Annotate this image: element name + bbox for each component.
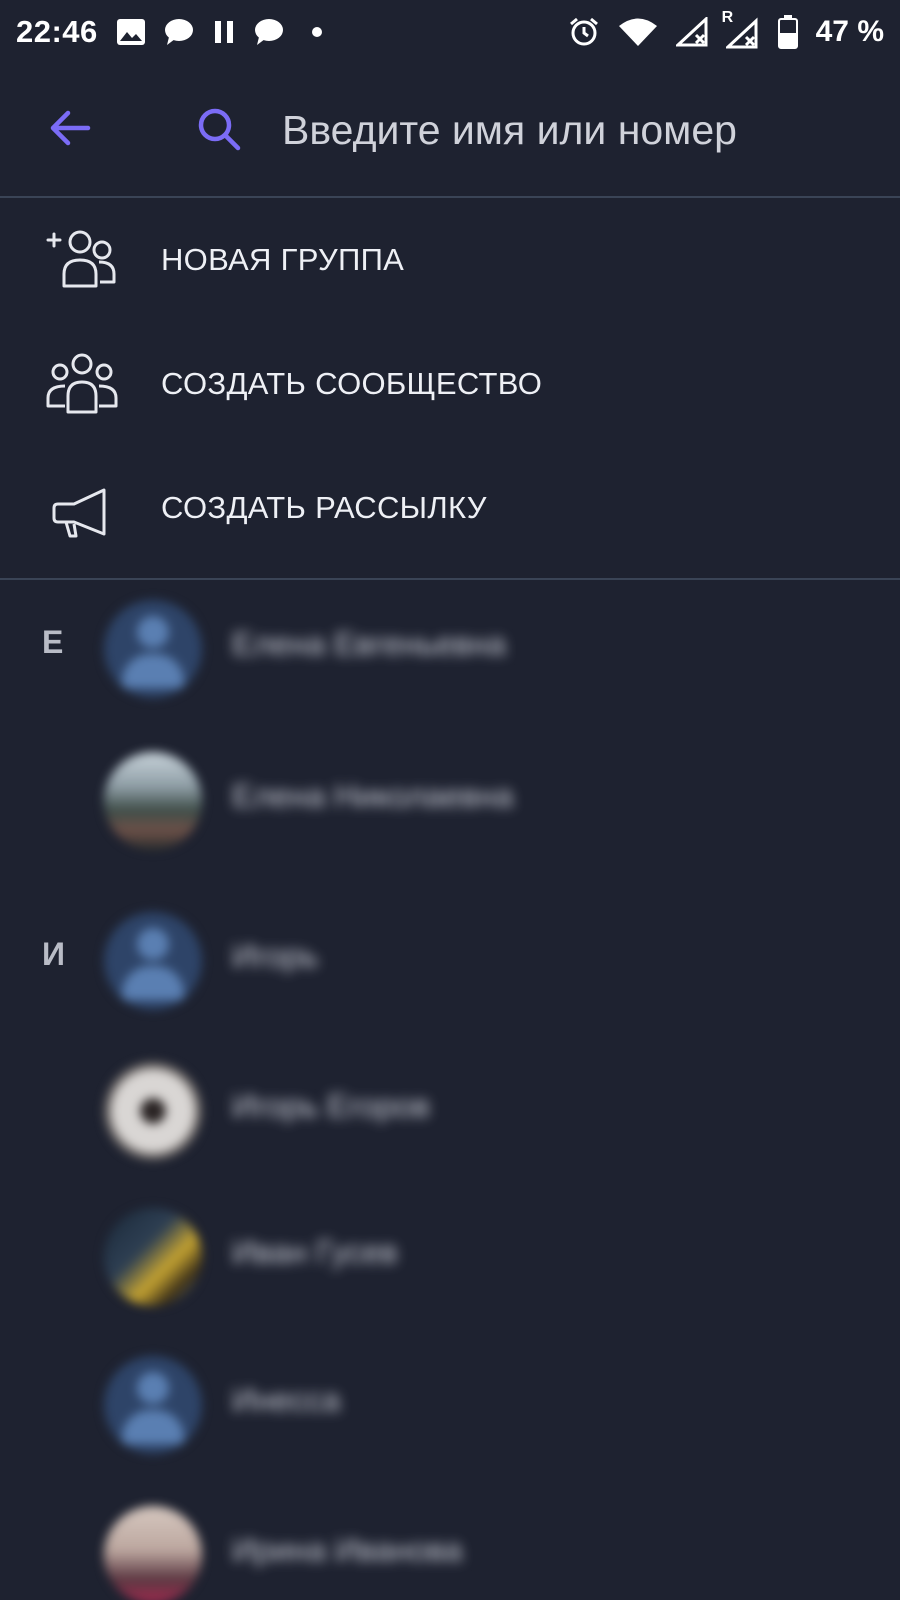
back-button[interactable] [46, 104, 94, 152]
contact-row[interactable]: Игорь [0, 892, 900, 1032]
contact-name: Елена Николаевна [232, 778, 514, 814]
default-avatar [104, 1356, 202, 1454]
photo-avatar [104, 752, 202, 850]
contact-name: Инесса [232, 1382, 341, 1418]
alarm-icon [568, 16, 600, 48]
default-avatar [104, 600, 202, 698]
message-bubble-icon [254, 18, 284, 46]
contacts-list: Е Елена Евгеньевна Елена Николаевна И Иг… [0, 580, 900, 1600]
menu-item-label: НОВАЯ ГРУППА [161, 242, 405, 277]
contact-row[interactable]: Инесса [0, 1336, 900, 1476]
status-bar: 22:46 R 47 % [0, 0, 900, 64]
new-chat-menu: НОВАЯ ГРУППА СОЗДАТЬ СООБЩЕСТВО СОЗДАТЬ … [0, 198, 900, 580]
search-icon [196, 106, 242, 152]
menu-item-label: СОЗДАТЬ СООБЩЕСТВО [161, 366, 543, 401]
contact-row[interactable]: Елена Евгеньевна [0, 580, 900, 720]
megaphone-icon [52, 488, 106, 538]
contact-row[interactable]: Ирина Иванова [0, 1486, 900, 1600]
add-group-icon [46, 230, 116, 288]
battery-percentage: 47 % [815, 15, 884, 48]
menu-item-create-broadcast[interactable]: СОЗДАТЬ РАССЫЛКУ [0, 450, 900, 576]
photo-avatar [104, 1506, 202, 1600]
community-icon [46, 353, 118, 414]
menu-item-label: СОЗДАТЬ РАССЫЛКУ [161, 490, 487, 525]
pause-icon [212, 19, 236, 45]
battery-icon [777, 15, 798, 49]
contact-name: Иван Гусев [232, 1234, 398, 1270]
image-icon [116, 18, 146, 46]
contact-name: Игорь Егоров [232, 1088, 430, 1124]
arrow-left-icon [50, 110, 91, 146]
default-avatar [104, 912, 202, 1010]
contact-row[interactable]: Елена Николаевна [0, 732, 900, 872]
roaming-label: R [721, 9, 734, 26]
dot-icon [302, 26, 332, 38]
contact-row[interactable]: Иван Гусев [0, 1188, 900, 1328]
photo-avatar [104, 1208, 202, 1306]
signal-roaming-icon: R [722, 9, 760, 49]
contact-name: Елена Евгеньевна [232, 626, 506, 662]
contact-name: Ирина Иванова [232, 1532, 463, 1568]
menu-item-new-group[interactable]: НОВАЯ ГРУППА [0, 198, 900, 324]
signal-icon [675, 17, 708, 47]
search-header [0, 64, 900, 198]
contact-name: Игорь [232, 938, 319, 974]
contact-row[interactable]: Игорь Егоров [0, 1042, 900, 1182]
wifi-icon [618, 17, 658, 47]
status-time: 22:46 [16, 14, 98, 49]
menu-item-create-community[interactable]: СОЗДАТЬ СООБЩЕСТВО [0, 324, 900, 450]
photo-avatar [104, 1062, 202, 1160]
message-bubble-icon [164, 18, 194, 46]
search-input[interactable] [280, 94, 864, 166]
